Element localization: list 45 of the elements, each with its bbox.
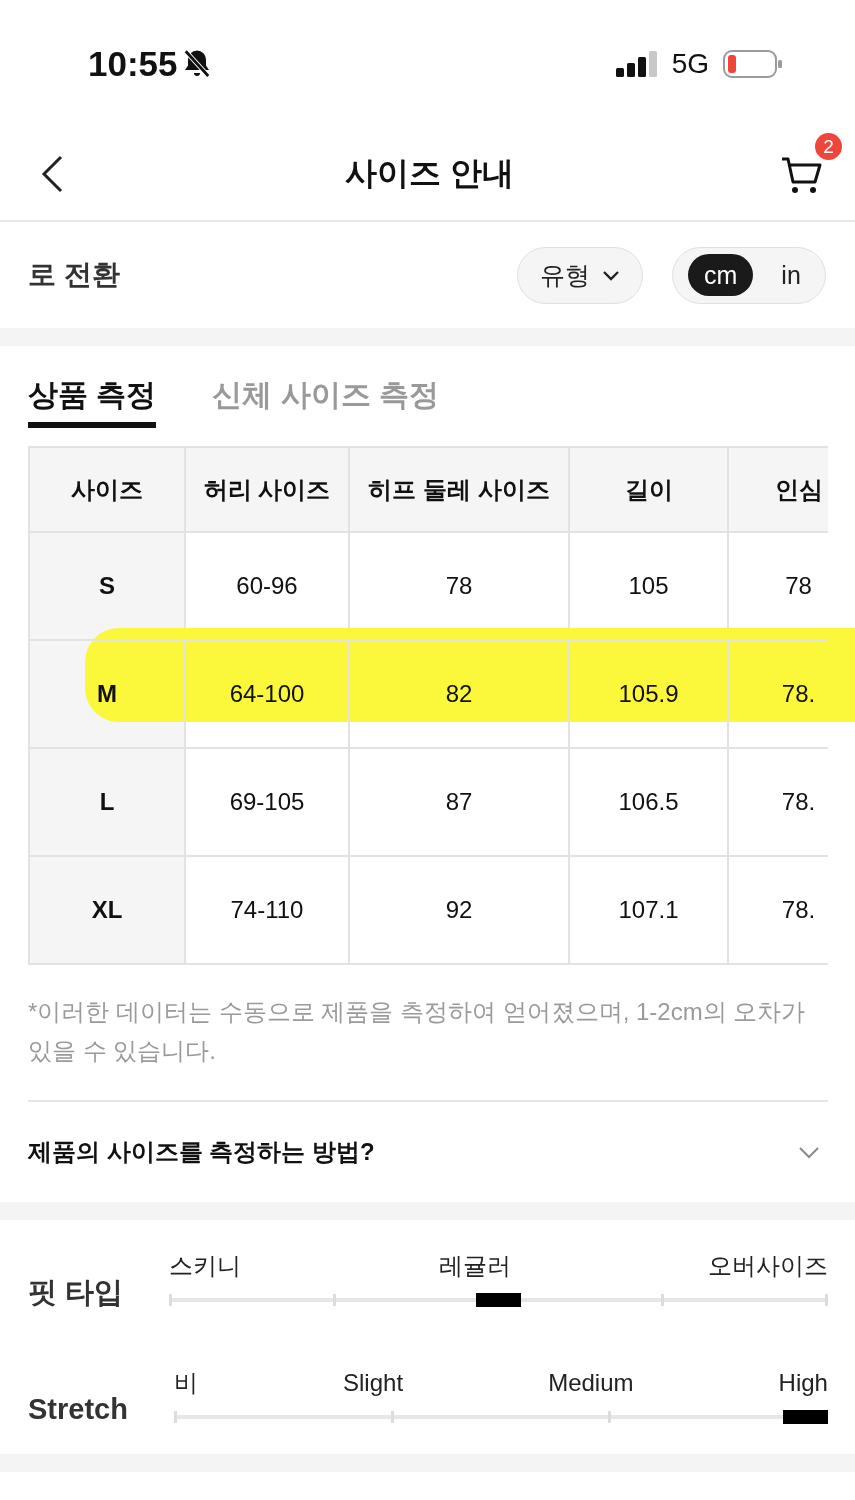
- scale-label: High: [778, 1368, 828, 1398]
- table-cell: 74-110: [186, 855, 350, 963]
- network-type: 5G: [671, 48, 709, 80]
- table-cell: 78.: [729, 639, 828, 747]
- signal-icon: [615, 51, 658, 77]
- scale-label: 스키니: [169, 1251, 242, 1281]
- table-cell: 78.: [729, 855, 828, 963]
- table-cell: 82: [350, 639, 570, 747]
- table-cell: M: [30, 639, 186, 747]
- scale-label: 오버사이즈: [708, 1251, 828, 1281]
- table-cell: 69-105: [186, 747, 350, 855]
- scale-title: Stretch: [28, 1394, 128, 1424]
- table-cell: L: [30, 747, 186, 855]
- table-header-cell: 사이즈: [30, 446, 186, 531]
- table-cell: 64-100: [186, 639, 350, 747]
- scale-label: 비: [173, 1368, 198, 1398]
- chevron-left-icon: [40, 155, 64, 193]
- table-cell: 92: [350, 855, 570, 963]
- cart-count-badge: 2: [815, 133, 842, 160]
- table-cell: 105.9: [570, 639, 729, 747]
- page-title: 사이즈 안내: [345, 154, 514, 193]
- table-cell: XL: [30, 855, 186, 963]
- bell-slash-icon: [181, 49, 212, 79]
- battery-icon: [723, 50, 783, 78]
- table-cell: 106.5: [570, 747, 729, 855]
- table-header-cell: 허리 사이즈: [186, 446, 350, 531]
- chevron-down-icon: [602, 269, 620, 281]
- scale-label: Slight: [343, 1368, 404, 1398]
- tab[interactable]: 상품 측정: [28, 377, 157, 428]
- table-header-cell: 히프 둘레 사이즈: [350, 446, 570, 531]
- table-cell: 87: [350, 747, 570, 855]
- scale-title: 핏 타입: [28, 1277, 124, 1307]
- table-cell: 78.: [729, 747, 828, 855]
- unit-option[interactable]: cm: [688, 254, 754, 296]
- footnote-text: *이러한 데이터는 수동으로 제품을 측정하여 얻어졌으며, 1-2cm의 오차가 있을 수 있습니다.: [28, 997, 807, 1066]
- scale-label: 레귤러: [438, 1251, 511, 1281]
- status-time: 10:55: [88, 44, 178, 84]
- table-cell: 107.1: [570, 855, 729, 963]
- scale-label: Medium: [548, 1368, 634, 1398]
- convert-label: 로 전환: [28, 258, 121, 292]
- accordion-header[interactable]: 제품의 사이즈를 측정하는 방법?: [28, 1102, 828, 1202]
- type-dropdown[interactable]: 유형: [517, 246, 643, 304]
- table-header-cell: 인심: [729, 446, 828, 531]
- table-header-cell: 길이: [570, 446, 729, 531]
- unit-option[interactable]: in: [765, 254, 817, 296]
